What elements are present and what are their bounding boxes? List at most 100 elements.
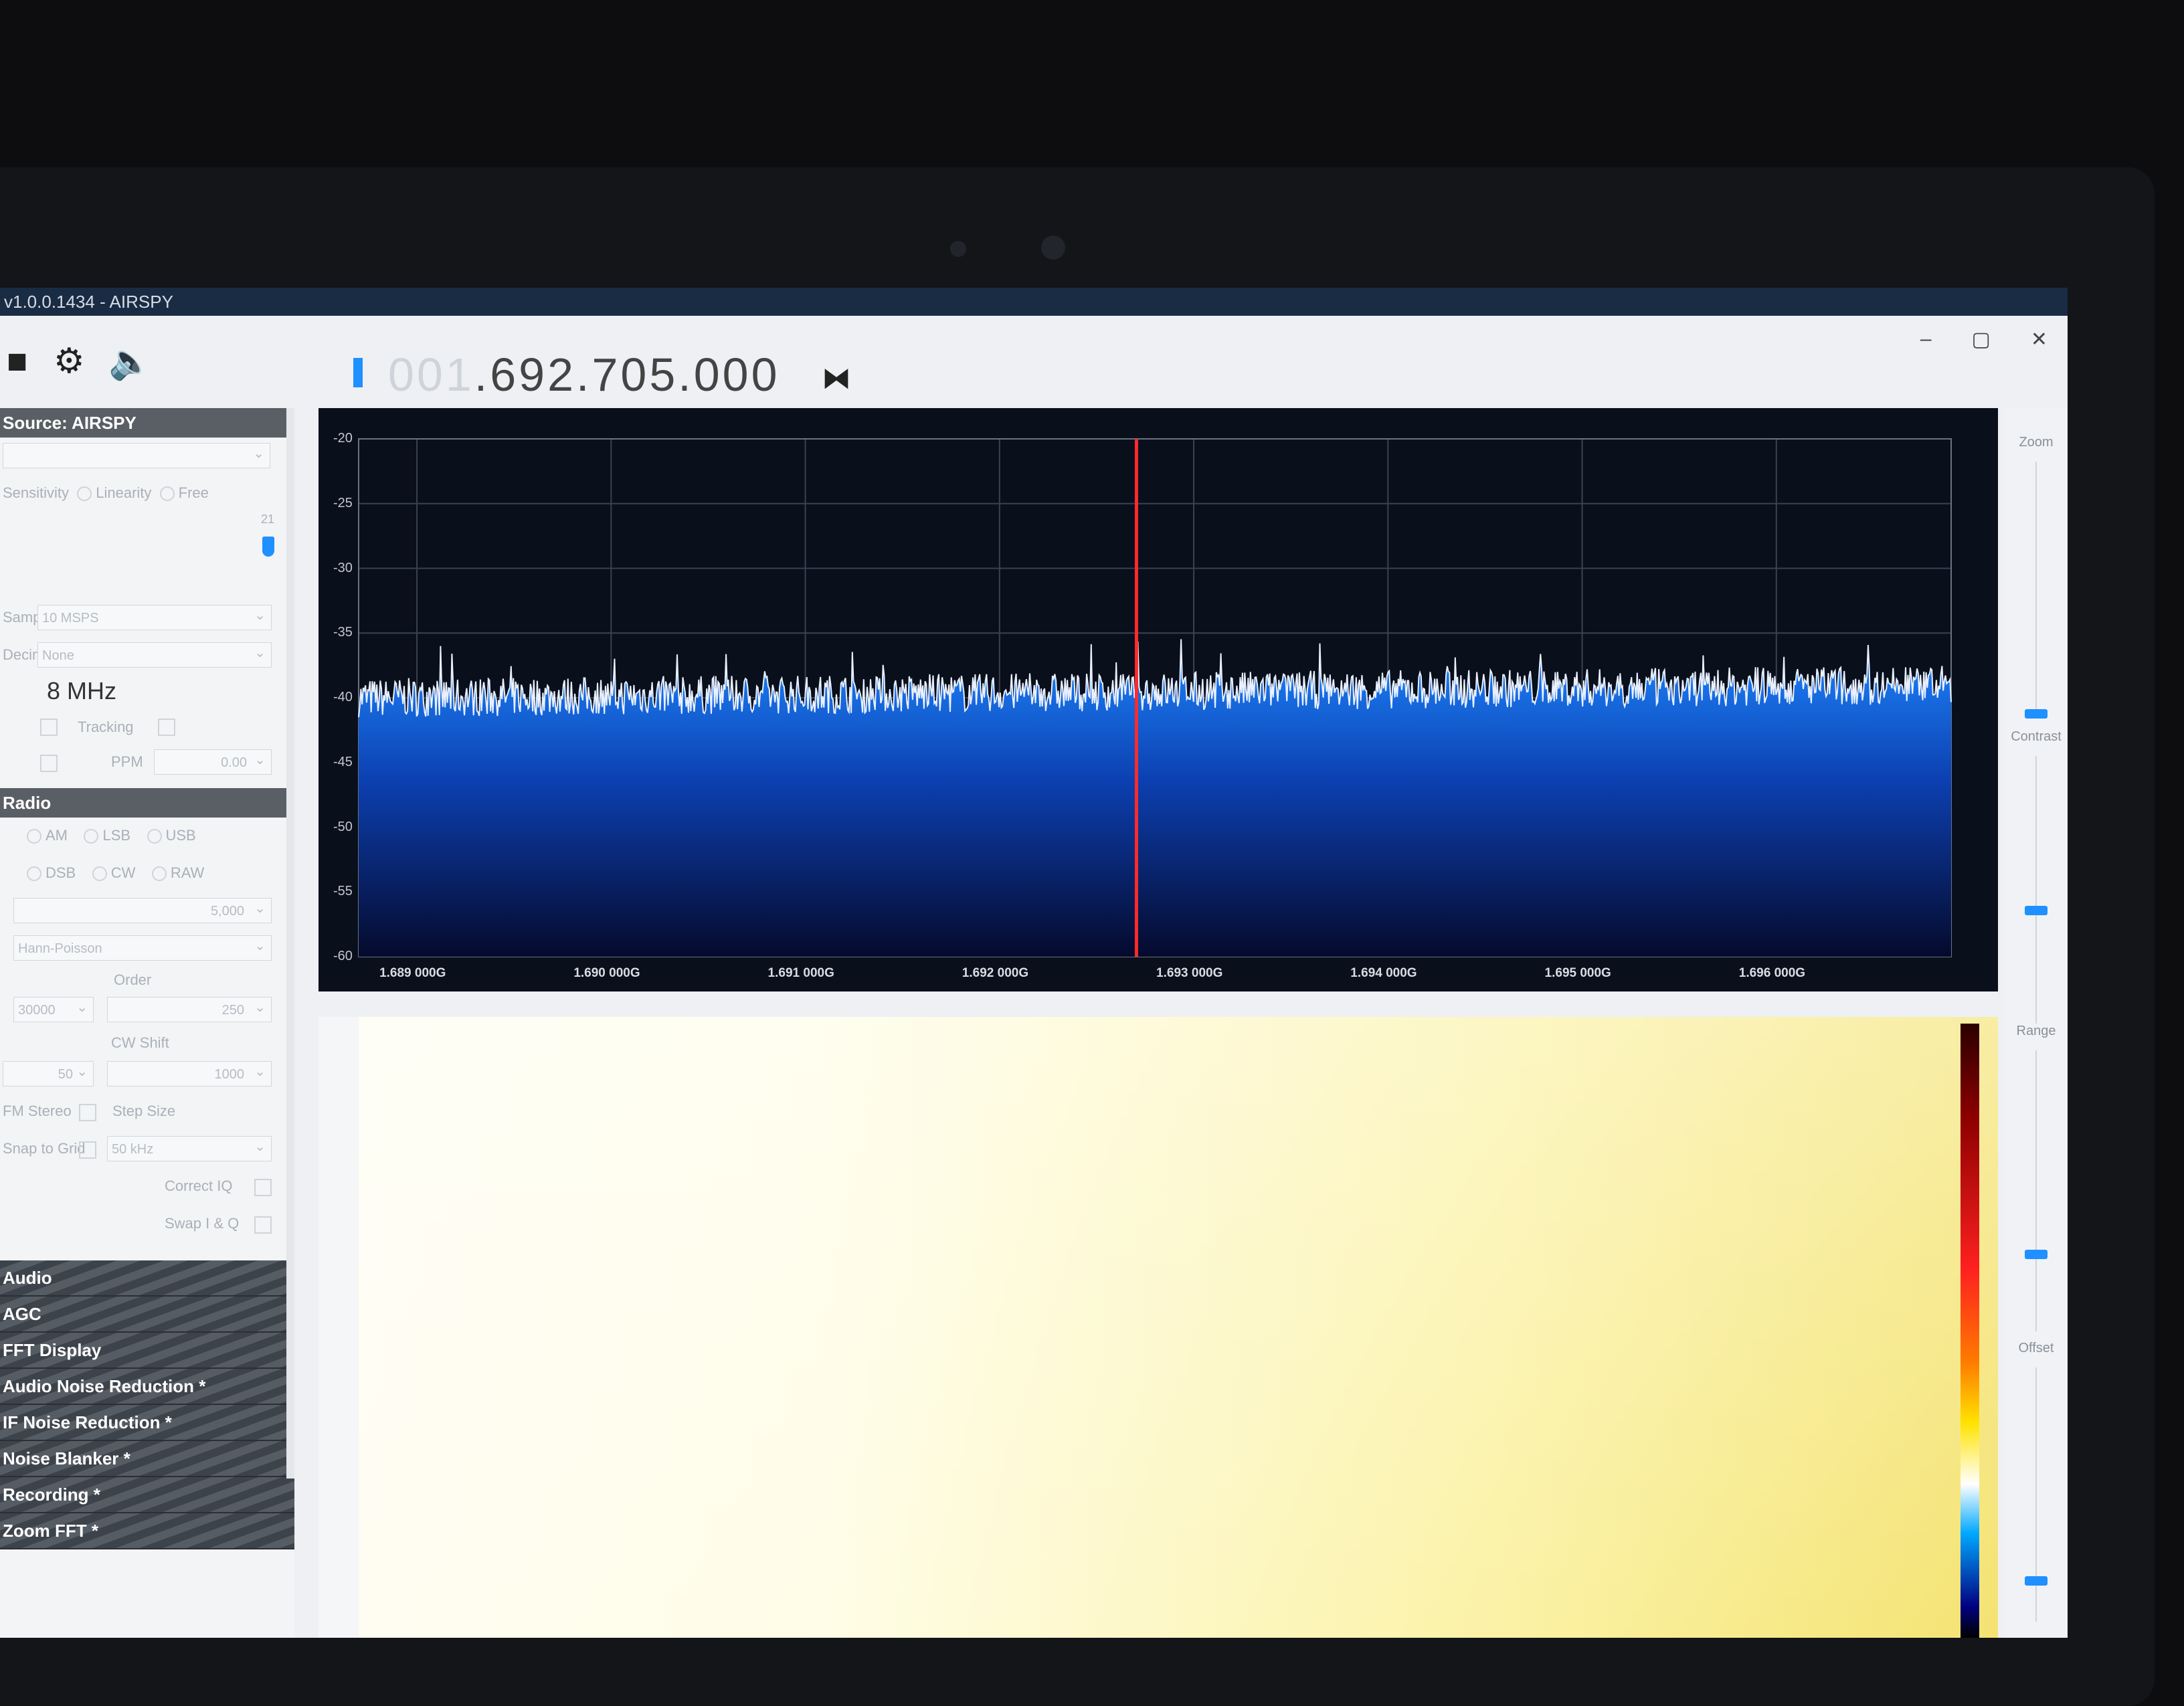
sample-rate-row: Sample Rate 10 MSPS <box>0 599 294 637</box>
gain-mode-row: Sensitivity Linearity Free <box>0 475 294 512</box>
ppm-input[interactable]: 0.00 <box>154 747 272 775</box>
cw-shift-input[interactable]: 1000 <box>107 1059 272 1086</box>
range-slider-thumb[interactable] <box>2025 1250 2047 1259</box>
squelch-row: 50 1000 <box>0 1056 294 1093</box>
mode-cw: CW <box>110 864 136 881</box>
source-header[interactable]: Source: AIRSPY <box>0 408 294 438</box>
mode-usb: USB <box>165 827 196 844</box>
x-tick-label: 1.691 000G <box>767 966 834 980</box>
tuning-arrow-icon[interactable]: ⧓ <box>822 361 851 395</box>
collapsible-noise-blanker[interactable]: Noise Blanker * <box>0 1441 294 1477</box>
collapsible-zoom-fft[interactable]: Zoom FFT * <box>0 1513 294 1549</box>
collapsible-audio[interactable]: Audio <box>0 1260 294 1297</box>
tracking-row: Tracking <box>0 712 294 744</box>
radio-dsb[interactable] <box>27 866 41 882</box>
decimation-row: Decimation None <box>0 637 294 674</box>
gain-slider-thumb[interactable] <box>262 537 274 557</box>
x-tick-label: 1.692 000G <box>962 966 1029 980</box>
radio-header[interactable]: Radio <box>0 788 294 818</box>
snap-checkbox[interactable] <box>79 1141 96 1159</box>
x-tick-label: 1.696 000G <box>1738 966 1806 980</box>
zoom-label: Zoom <box>2019 435 2054 450</box>
fm-stereo-checkbox[interactable] <box>79 1104 96 1121</box>
order-row: 30000 250 <box>0 991 294 1029</box>
collapsible-recording[interactable]: Recording * <box>0 1477 294 1513</box>
zoom-track[interactable] <box>2035 462 2037 716</box>
zoom-slider-thumb[interactable] <box>2025 709 2047 719</box>
decimation-select[interactable]: None <box>37 640 272 668</box>
range-track[interactable] <box>2035 1050 2037 1331</box>
radio-cw[interactable] <box>92 866 107 882</box>
y-tick-label: -50 <box>333 819 353 834</box>
contrast-slider-thumb[interactable] <box>2025 906 2047 915</box>
radio-usb[interactable] <box>147 829 162 844</box>
sample-rate-select[interactable]: 10 MSPS <box>37 603 272 630</box>
tracking-checkbox[interactable] <box>158 719 175 736</box>
bandwidth-row: 8 MHz <box>0 674 294 712</box>
snap-label: Snap to Grid <box>3 1140 86 1157</box>
waterfall-margin <box>318 1017 359 1638</box>
snap-row: Snap to Grid 50 kHz <box>0 1131 294 1168</box>
device-select[interactable] <box>3 441 270 468</box>
control-panel: Source: AIRSPY Sensitivity Linearity Fre… <box>0 408 294 1638</box>
order-input[interactable]: 250 <box>107 995 272 1022</box>
correct-iq-row: Correct IQ <box>0 1168 294 1206</box>
x-tick-label: 1.689 000G <box>379 966 446 980</box>
mode-row-1: AM LSB USB <box>0 818 294 855</box>
step-size-label: Step Size <box>112 1103 176 1119</box>
shift-input[interactable]: 30000 <box>13 995 94 1022</box>
radio-raw[interactable] <box>151 866 167 882</box>
contrast-track[interactable] <box>2035 756 2037 1024</box>
spectrum-plot[interactable] <box>318 408 1998 991</box>
y-tick-label: -55 <box>333 884 353 899</box>
speaker-icon[interactable]: 🔈 <box>108 341 152 382</box>
close-button[interactable]: ✕ <box>2031 328 2047 351</box>
x-tick-label: 1.690 000G <box>573 966 640 980</box>
x-tick-label: 1.695 000G <box>1544 966 1611 980</box>
gear-icon[interactable]: ⚙ <box>54 341 85 381</box>
minimize-button[interactable]: – <box>1920 328 1932 351</box>
filter-type-select[interactable]: Hann-Poisson <box>13 933 272 961</box>
squelch-input[interactable]: 50 <box>3 1059 94 1086</box>
panel-scrollbar[interactable] <box>286 408 294 1479</box>
tracking-label: Tracking <box>78 719 134 735</box>
cw-shift-label: CW Shift <box>111 1034 169 1051</box>
collapsible-audio-noise-reduction[interactable]: Audio Noise Reduction * <box>0 1369 294 1405</box>
x-tick-label: 1.694 000G <box>1350 966 1417 980</box>
radio-am[interactable] <box>27 829 41 844</box>
correction-checkbox[interactable] <box>40 755 58 772</box>
swap-iq-row: Swap I & Q <box>0 1206 294 1243</box>
order-label: Order <box>114 971 152 988</box>
waterfall-display[interactable] <box>318 1017 1998 1638</box>
y-tick-label: -20 <box>333 431 353 446</box>
correct-iq-checkbox[interactable] <box>254 1179 272 1196</box>
collapsible-agc[interactable]: AGC <box>0 1297 294 1333</box>
frequency-display[interactable]: 001.692.705.000 <box>388 348 780 401</box>
gain-mode-linearity: Linearity <box>96 484 152 501</box>
frequency-marker <box>353 358 363 387</box>
offset-slider-thumb[interactable] <box>2025 1576 2047 1586</box>
radio-lsb[interactable] <box>84 829 99 844</box>
waterfall-color-scale <box>1961 1024 1979 1638</box>
ppm-label: PPM <box>111 753 143 770</box>
mode-lsb: LSB <box>102 827 131 844</box>
contrast-label: Contrast <box>2011 729 2062 744</box>
gain-mode-sensitivity[interactable]: Sensitivity <box>3 484 69 501</box>
mode-am: AM <box>46 827 68 844</box>
step-size-select[interactable]: 50 kHz <box>107 1134 272 1161</box>
device-row <box>0 438 294 475</box>
fm-stereo-label: FM Stereo <box>3 1103 72 1119</box>
collapsible-fft-display[interactable]: FFT Display <box>0 1333 294 1369</box>
title-bar: v1.0.0.1434 - AIRSPY <box>0 288 2068 316</box>
radio-free[interactable] <box>159 486 175 502</box>
spectrum-inversion-checkbox[interactable] <box>40 719 58 736</box>
spectrum-analyzer[interactable]: -20 -25 -30 -35 -40 -45 -50 -55 -60 1.689 000G 1.… <box>318 408 1998 991</box>
frequency-digits: .692.705.000 <box>474 349 780 401</box>
filter-bandwidth-input[interactable]: 5,000 <box>13 896 272 923</box>
swap-iq-checkbox[interactable] <box>254 1216 272 1234</box>
collapsible-if-noise-reduction[interactable]: IF Noise Reduction * <box>0 1405 294 1441</box>
stop-icon[interactable]: ■ <box>7 341 27 381</box>
gain-value: 21 <box>260 512 274 526</box>
maximize-button[interactable]: ▢ <box>1972 328 1991 351</box>
radio-linearity[interactable] <box>77 486 92 502</box>
